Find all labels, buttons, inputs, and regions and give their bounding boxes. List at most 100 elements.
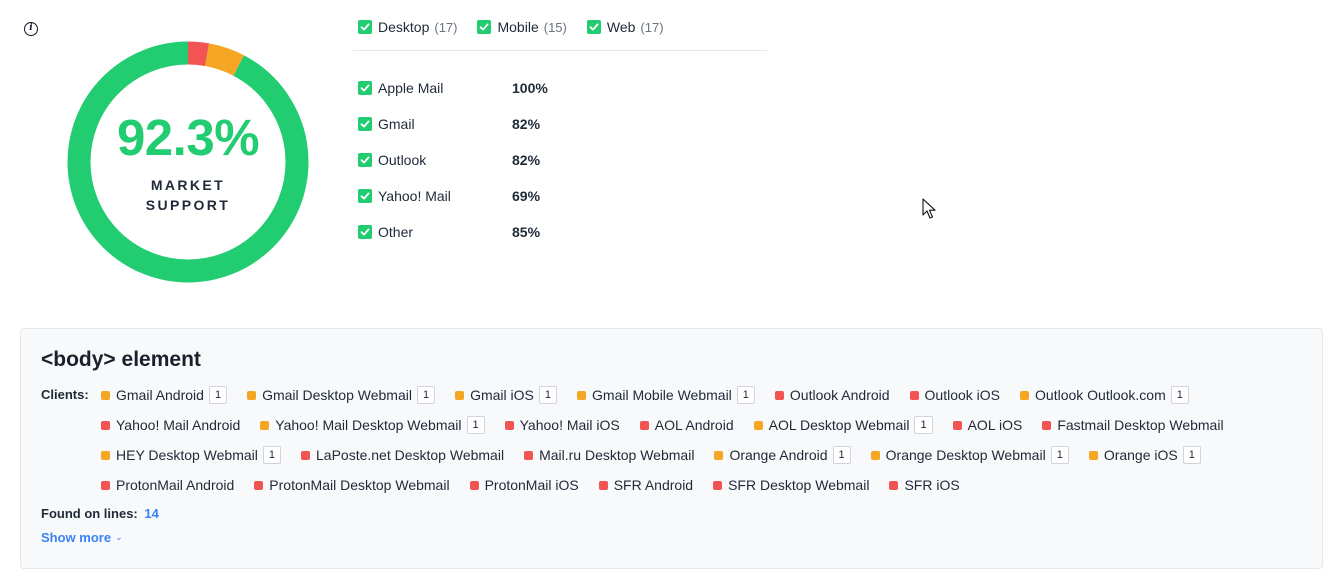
client-tag-label: Mail.ru Desktop Webmail [539,447,695,463]
client-tag-label: Yahoo! Mail Android [116,417,241,433]
status-dot-icon [714,450,724,460]
client-tag-label: LaPoste.net Desktop Webmail [316,447,505,463]
show-more-button[interactable]: Show more ⌄ [41,530,123,545]
client-tag-label: Gmail Desktop Webmail [262,387,412,403]
status-dot-icon [260,420,270,430]
checkbox-checked-icon[interactable] [477,20,492,34]
client-tag-label: Outlook Outlook.com [1035,387,1166,403]
client-tag: Orange iOS 1 [1088,445,1201,465]
filters-divider [353,50,767,51]
status-dot-icon [952,420,962,430]
client-tag-label: Orange Android [729,447,828,463]
client-name: Other [378,224,414,240]
client-tags: Gmail Android 1 Gmail Desktop Webmail 1 Gmai… [101,385,1301,495]
status-dot-icon [577,390,587,400]
donut-center: 92.3% MARKET SUPPORT [66,40,310,284]
client-tag-label: AOL iOS [967,417,1023,433]
status-dot-icon [889,480,899,490]
client-tag: Yahoo! Mail Android [101,415,240,435]
status-dot-icon [1020,390,1030,400]
client-tag: Yahoo! Mail Desktop Webmail 1 [260,415,485,435]
found-on-lines: Found on lines: 14 [41,505,1302,523]
note-badge[interactable]: 1 [466,416,485,434]
client-tag-label: Outlook Android [789,387,890,403]
status-dot-icon [774,390,784,400]
client-tag: Gmail Android 1 [101,385,228,405]
client-tag: Outlook Android [774,385,890,405]
client-tag-label: SFR Android [613,477,694,493]
client-percent: 85% [512,224,541,240]
client-tag: ProtonMail Desktop Webmail [254,475,450,495]
note-badge[interactable]: 1 [262,446,281,464]
status-dot-icon [753,420,763,430]
line-number-link[interactable]: 14 [144,506,158,521]
client-tag: ProtonMail iOS [469,475,579,495]
note-badge[interactable]: 1 [208,386,228,404]
checkbox-checked-icon[interactable] [358,20,372,34]
show-more-label: Show more [41,530,112,545]
filter-desktop[interactable]: Desktop (17) [358,19,457,35]
status-dot-icon [524,450,534,460]
client-tag: AOL Desktop Webmail 1 [753,415,933,435]
client-tag: AOL Android [639,415,734,435]
note-badge[interactable]: 1 [736,386,755,404]
client-tag-label: Orange Desktop Webmail [885,447,1046,463]
client-tag: AOL iOS [952,415,1023,435]
client-support-list: Apple Mail 100% Gmail 82% Outlook 82% Ya… [358,70,548,250]
status-dot-icon [101,390,110,400]
note-badge[interactable]: 1 [1182,446,1201,464]
client-tag: Orange Desktop Webmail 1 [870,445,1069,465]
client-tag-label: SFR Desktop Webmail [728,477,870,493]
checkbox-checked-icon[interactable] [358,189,372,203]
note-badge[interactable]: 1 [1170,386,1189,404]
chevron-down-icon: ⌄ [115,532,123,542]
market-support-value: 92.3% [116,108,260,166]
status-dot-icon [598,480,608,490]
client-tag-label: Outlook iOS [924,387,1001,403]
note-badge[interactable]: 1 [832,446,851,464]
filter-label: Desktop [378,19,430,35]
client-row-gmail[interactable]: Gmail 82% [358,106,548,142]
client-row-yahoo-mail[interactable]: Yahoo! Mail 69% [358,178,548,214]
note-badge[interactable]: 1 [914,416,933,434]
filter-web[interactable]: Web (17) [586,19,664,35]
feature-details-panel: <body> element Clients: Gmail Android 1 Gm… [20,328,1323,569]
client-percent: 100% [512,80,548,96]
market-support-caption: MARKET SUPPORT [145,176,231,213]
filter-count: (17) [434,19,458,35]
checkbox-checked-icon[interactable] [358,117,372,131]
client-tag: ProtonMail Android [101,475,234,495]
client-row-apple-mail[interactable]: Apple Mail 100% [358,70,548,106]
status-dot-icon [101,450,110,460]
status-dot-icon [101,420,110,430]
checkbox-checked-icon[interactable] [358,225,372,239]
client-name: Apple Mail [378,80,444,96]
status-dot-icon [301,450,310,460]
clients-section: Clients: Gmail Android 1 Gmail Desktop Web… [41,385,1302,495]
checkbox-checked-icon[interactable] [358,81,372,95]
client-name: Yahoo! Mail [378,188,451,204]
client-row-outlook[interactable]: Outlook 82% [358,142,548,178]
client-tag-label: HEY Desktop Webmail [116,447,258,463]
checkbox-checked-icon[interactable] [358,153,372,167]
info-icon[interactable]: i [24,22,38,36]
client-tag-label: ProtonMail iOS [484,477,579,493]
client-row-other[interactable]: Other 85% [358,214,548,250]
client-tag: SFR iOS [889,475,960,495]
client-tag: SFR Android [598,475,694,495]
client-tag-label: Gmail iOS [470,387,534,403]
note-badge[interactable]: 1 [538,386,558,404]
filter-mobile[interactable]: Mobile (15) [477,19,567,35]
client-tag: Mail.ru Desktop Webmail [524,445,694,465]
client-tag: HEY Desktop Webmail 1 [101,445,281,465]
status-dot-icon [639,420,649,430]
client-percent: 69% [512,188,541,204]
checkbox-checked-icon[interactable] [586,20,601,34]
status-dot-icon [455,390,465,400]
client-tag: Outlook iOS [909,385,1001,405]
client-tag-label: Orange iOS [1103,447,1178,463]
note-badge[interactable]: 1 [416,386,436,404]
note-badge[interactable]: 1 [1050,446,1069,464]
status-dot-icon [247,390,257,400]
filter-label: Web [606,19,636,35]
